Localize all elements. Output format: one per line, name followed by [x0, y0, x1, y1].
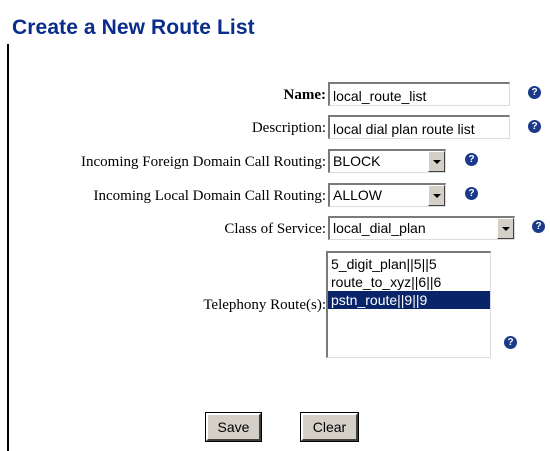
description-help-icon[interactable]: ?	[528, 120, 541, 133]
local-routing-value: ALLOW	[333, 187, 383, 203]
foreign-routing-help-icon[interactable]: ?	[465, 153, 478, 166]
telephony-routes-help-icon[interactable]: ?	[504, 336, 517, 349]
list-item[interactable]: 5_digit_plan||5||5	[328, 255, 490, 273]
class-of-service-label: Class of Service:	[224, 221, 326, 237]
local-routing-select[interactable]: ALLOW	[328, 183, 446, 207]
local-routing-help-icon[interactable]: ?	[465, 187, 478, 200]
telephony-routes-label: Telephony Route(s):	[203, 297, 326, 313]
left-border-rule	[7, 44, 9, 451]
clear-button[interactable]: Clear	[300, 412, 359, 442]
class-of-service-select[interactable]: local_dial_plan	[328, 216, 515, 240]
chevron-down-icon[interactable]	[497, 218, 514, 239]
class-of-service-value: local_dial_plan	[333, 220, 426, 236]
foreign-routing-select[interactable]: BLOCK	[328, 149, 446, 173]
chevron-down-icon[interactable]	[428, 185, 445, 206]
list-item-selected[interactable]: pstn_route||9||9	[328, 291, 490, 309]
foreign-routing-label: Incoming Foreign Domain Call Routing:	[81, 154, 326, 170]
description-field[interactable]	[328, 115, 510, 139]
name-field[interactable]	[328, 82, 510, 106]
name-label: Name:	[283, 87, 326, 103]
page-title: Create a New Route List	[12, 16, 255, 39]
telephony-routes-listbox[interactable]: 5_digit_plan||5||5 route_to_xyz||6||6 ps…	[326, 251, 491, 358]
description-label: Description:	[251, 120, 326, 136]
chevron-down-icon[interactable]	[428, 151, 445, 172]
save-button[interactable]: Save	[205, 412, 262, 442]
foreign-routing-value: BLOCK	[333, 153, 381, 169]
list-item[interactable]: route_to_xyz||6||6	[328, 273, 490, 291]
name-help-icon[interactable]: ?	[528, 86, 541, 99]
class-of-service-help-icon[interactable]: ?	[532, 220, 545, 233]
local-routing-label: Incoming Local Domain Call Routing:	[93, 188, 326, 204]
